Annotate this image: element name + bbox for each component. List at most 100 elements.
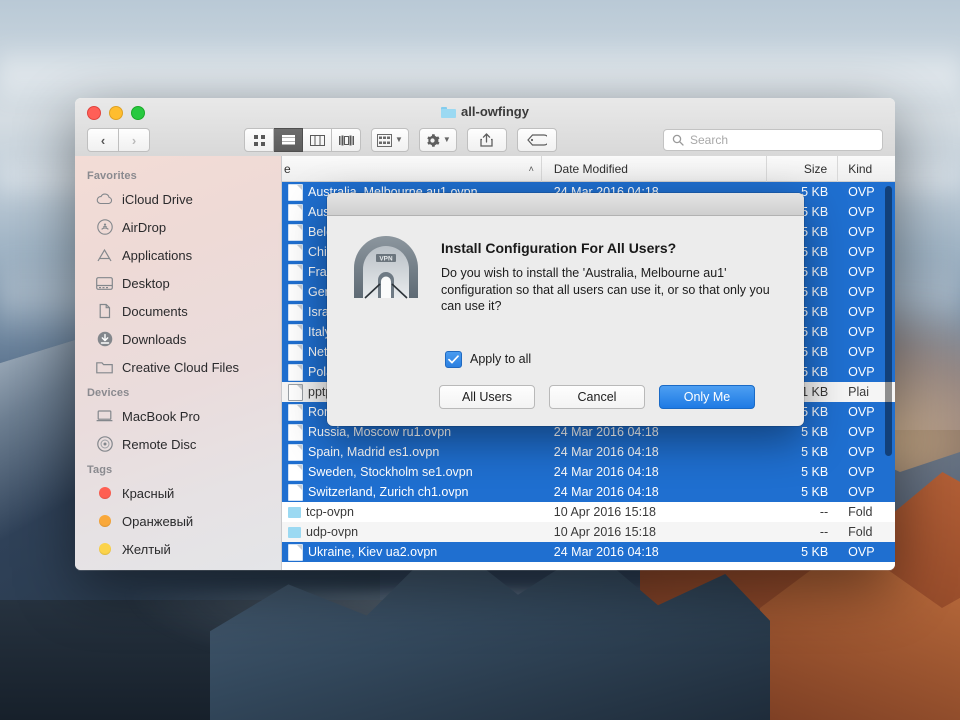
sidebar-item-airdrop[interactable]: AirDrop	[75, 213, 281, 241]
checkbox-checked-icon	[445, 350, 462, 368]
view-mode-group	[244, 128, 361, 152]
dialog-message: Do you wish to install the 'Australia, M…	[441, 266, 770, 313]
column-view-button[interactable]	[303, 128, 332, 152]
only-me-button[interactable]: Only Me	[659, 384, 755, 409]
list-icon	[281, 134, 295, 144]
file-name: Sweden, Stockholm se1.ovpn	[308, 465, 473, 479]
sidebar-item-label: AirDrop	[122, 219, 167, 235]
table-row[interactable]: Spain, Madrid es1.ovpn 24 Mar 2016 04:18 5…	[282, 442, 895, 462]
columns-icon	[309, 134, 325, 146]
apply-to-all-checkbox[interactable]: Apply to all	[445, 350, 804, 368]
file-name: Russia, Moscow ru1.ovpn	[308, 425, 452, 439]
sidebar-item-applications[interactable]: Applications	[75, 241, 281, 269]
column-header-name[interactable]: e ˄	[282, 156, 542, 182]
table-row[interactable]: Sweden, Stockholm se1.ovpn 24 Mar 2016 04…	[282, 462, 895, 482]
column-header-kind[interactable]: Kind	[838, 156, 895, 182]
document-icon	[288, 423, 303, 441]
list-view-button[interactable]	[274, 128, 303, 152]
sidebar-item-documents[interactable]: Documents	[75, 297, 281, 325]
sidebar-section-header-devices: Devices	[87, 387, 130, 399]
document-icon	[288, 283, 303, 301]
dialog-titlebar[interactable]	[327, 193, 804, 216]
sidebar-item-tag-yellow[interactable]: Желтый	[75, 535, 281, 563]
install-configuration-dialog[interactable]: VPN Install Configuration For All Users?…	[327, 193, 804, 426]
sidebar-item-label: iCloud Drive	[122, 191, 193, 207]
document-icon	[288, 543, 303, 561]
cell-kind: OVP	[848, 545, 875, 559]
table-row[interactable]: udp-ovpn 10 Apr 2016 15:18 -- Fold	[282, 522, 895, 542]
vpn-tunnel-icon: VPN	[349, 234, 423, 308]
cell-date-modified: 24 Mar 2016 04:18	[553, 485, 659, 499]
back-button[interactable]: ‹	[87, 128, 119, 152]
share-button[interactable]	[466, 128, 507, 152]
cell-date-modified: 24 Mar 2016 04:18	[553, 465, 659, 479]
table-row[interactable]: Switzerland, Zurich ch1.ovpn 24 Mar 2016 …	[282, 482, 895, 502]
column-header-date-modified[interactable]: Date Modified	[542, 156, 768, 182]
cell-date-modified: 24 Mar 2016 04:18	[553, 425, 659, 439]
sidebar-item-downloads[interactable]: Downloads	[75, 325, 281, 353]
apply-to-all-label: Apply to all	[470, 352, 532, 366]
cell-size: 5 KB	[801, 485, 829, 499]
window-title: all-owfingy	[75, 104, 895, 119]
table-row[interactable]: tcp-ovpn 10 Apr 2016 15:18 -- Fold	[282, 502, 895, 522]
cell-kind: OVP	[848, 485, 875, 499]
document-icon	[288, 463, 303, 481]
share-icon	[480, 133, 493, 147]
forward-button[interactable]: ›	[119, 128, 150, 152]
cell-date-modified: 10 Apr 2016 15:18	[553, 505, 656, 519]
document-icon	[288, 263, 303, 281]
file-name: Spain, Madrid es1.ovpn	[308, 445, 440, 459]
tag-dot-icon	[96, 541, 113, 558]
toolbar: ‹ › ▼ ▼ Search	[75, 124, 895, 156]
sidebar-item-tag-orange[interactable]: Оранжевый	[75, 507, 281, 535]
column-header-size[interactable]: Size	[767, 156, 839, 182]
sidebar-item-label: Желтый	[122, 541, 171, 557]
arrange-icon	[377, 133, 392, 147]
cell-size: 5 KB	[801, 465, 829, 479]
document-icon	[288, 323, 303, 341]
airdrop-icon	[96, 219, 113, 236]
sidebar-item-label: Documents	[122, 303, 188, 319]
applications-icon	[96, 247, 113, 264]
sidebar-item-icloud-drive[interactable]: iCloud Drive	[75, 185, 281, 213]
cell-kind: Fold	[848, 505, 873, 519]
all-users-button[interactable]: All Users	[439, 384, 535, 409]
sidebar-item-tag-red[interactable]: Красный	[75, 479, 281, 507]
document-icon	[288, 243, 303, 261]
column-headers: e ˄ Date Modified Size Kind	[282, 156, 895, 182]
icon-view-button[interactable]	[244, 128, 274, 152]
cell-size: --	[819, 525, 829, 539]
desktop-icon	[96, 275, 113, 292]
dialog-text-block: Install Configuration For All Users? Do …	[441, 234, 782, 315]
cancel-button[interactable]: Cancel	[549, 384, 645, 409]
folder-icon	[288, 506, 301, 518]
laptop-icon	[96, 408, 113, 425]
document-icon	[288, 343, 303, 361]
sidebar-item-creative-cloud-files[interactable]: Creative Cloud Files	[75, 353, 281, 381]
sidebar-item-macbook-pro[interactable]: MacBook Pro	[75, 402, 281, 430]
sidebar-item-remote-disc[interactable]: Remote Disc	[75, 430, 281, 458]
downloads-icon	[96, 331, 113, 348]
chevron-down-icon: ▼	[395, 135, 403, 144]
search-input[interactable]: Search	[663, 129, 883, 151]
cell-name: Sweden, Stockholm se1.ovpn	[282, 463, 542, 481]
column-header-size-label: Size	[803, 161, 828, 176]
sidebar-item-label: Desktop	[122, 275, 170, 291]
vertical-scrollbar[interactable]	[885, 186, 892, 456]
tag-button[interactable]	[516, 128, 557, 152]
gear-icon	[427, 133, 440, 147]
sidebar-item-label: Remote Disc	[122, 436, 197, 452]
cover-flow-view-button[interactable]	[332, 128, 361, 152]
arrange-by-button[interactable]: ▼	[371, 128, 409, 152]
sidebar-item-label: Красный	[122, 485, 175, 501]
tag-dot-icon	[96, 513, 113, 530]
window-titlebar[interactable]: all-owfingy ‹ › ▼ ▼ Search	[75, 98, 895, 157]
file-name: tcp-ovpn	[306, 505, 354, 519]
sidebar-item-desktop[interactable]: Desktop	[75, 269, 281, 297]
folder-icon	[288, 526, 301, 538]
dialog-title: Install Configuration For All Users?	[441, 240, 677, 256]
sort-ascending-icon: ˄	[528, 163, 534, 174]
dialog-body: VPN Install Configuration For All Users?…	[327, 216, 804, 315]
action-gear-button[interactable]: ▼	[418, 128, 457, 152]
table-row[interactable]: Ukraine, Kiev ua2.ovpn 24 Mar 2016 04:18 5…	[282, 542, 895, 562]
